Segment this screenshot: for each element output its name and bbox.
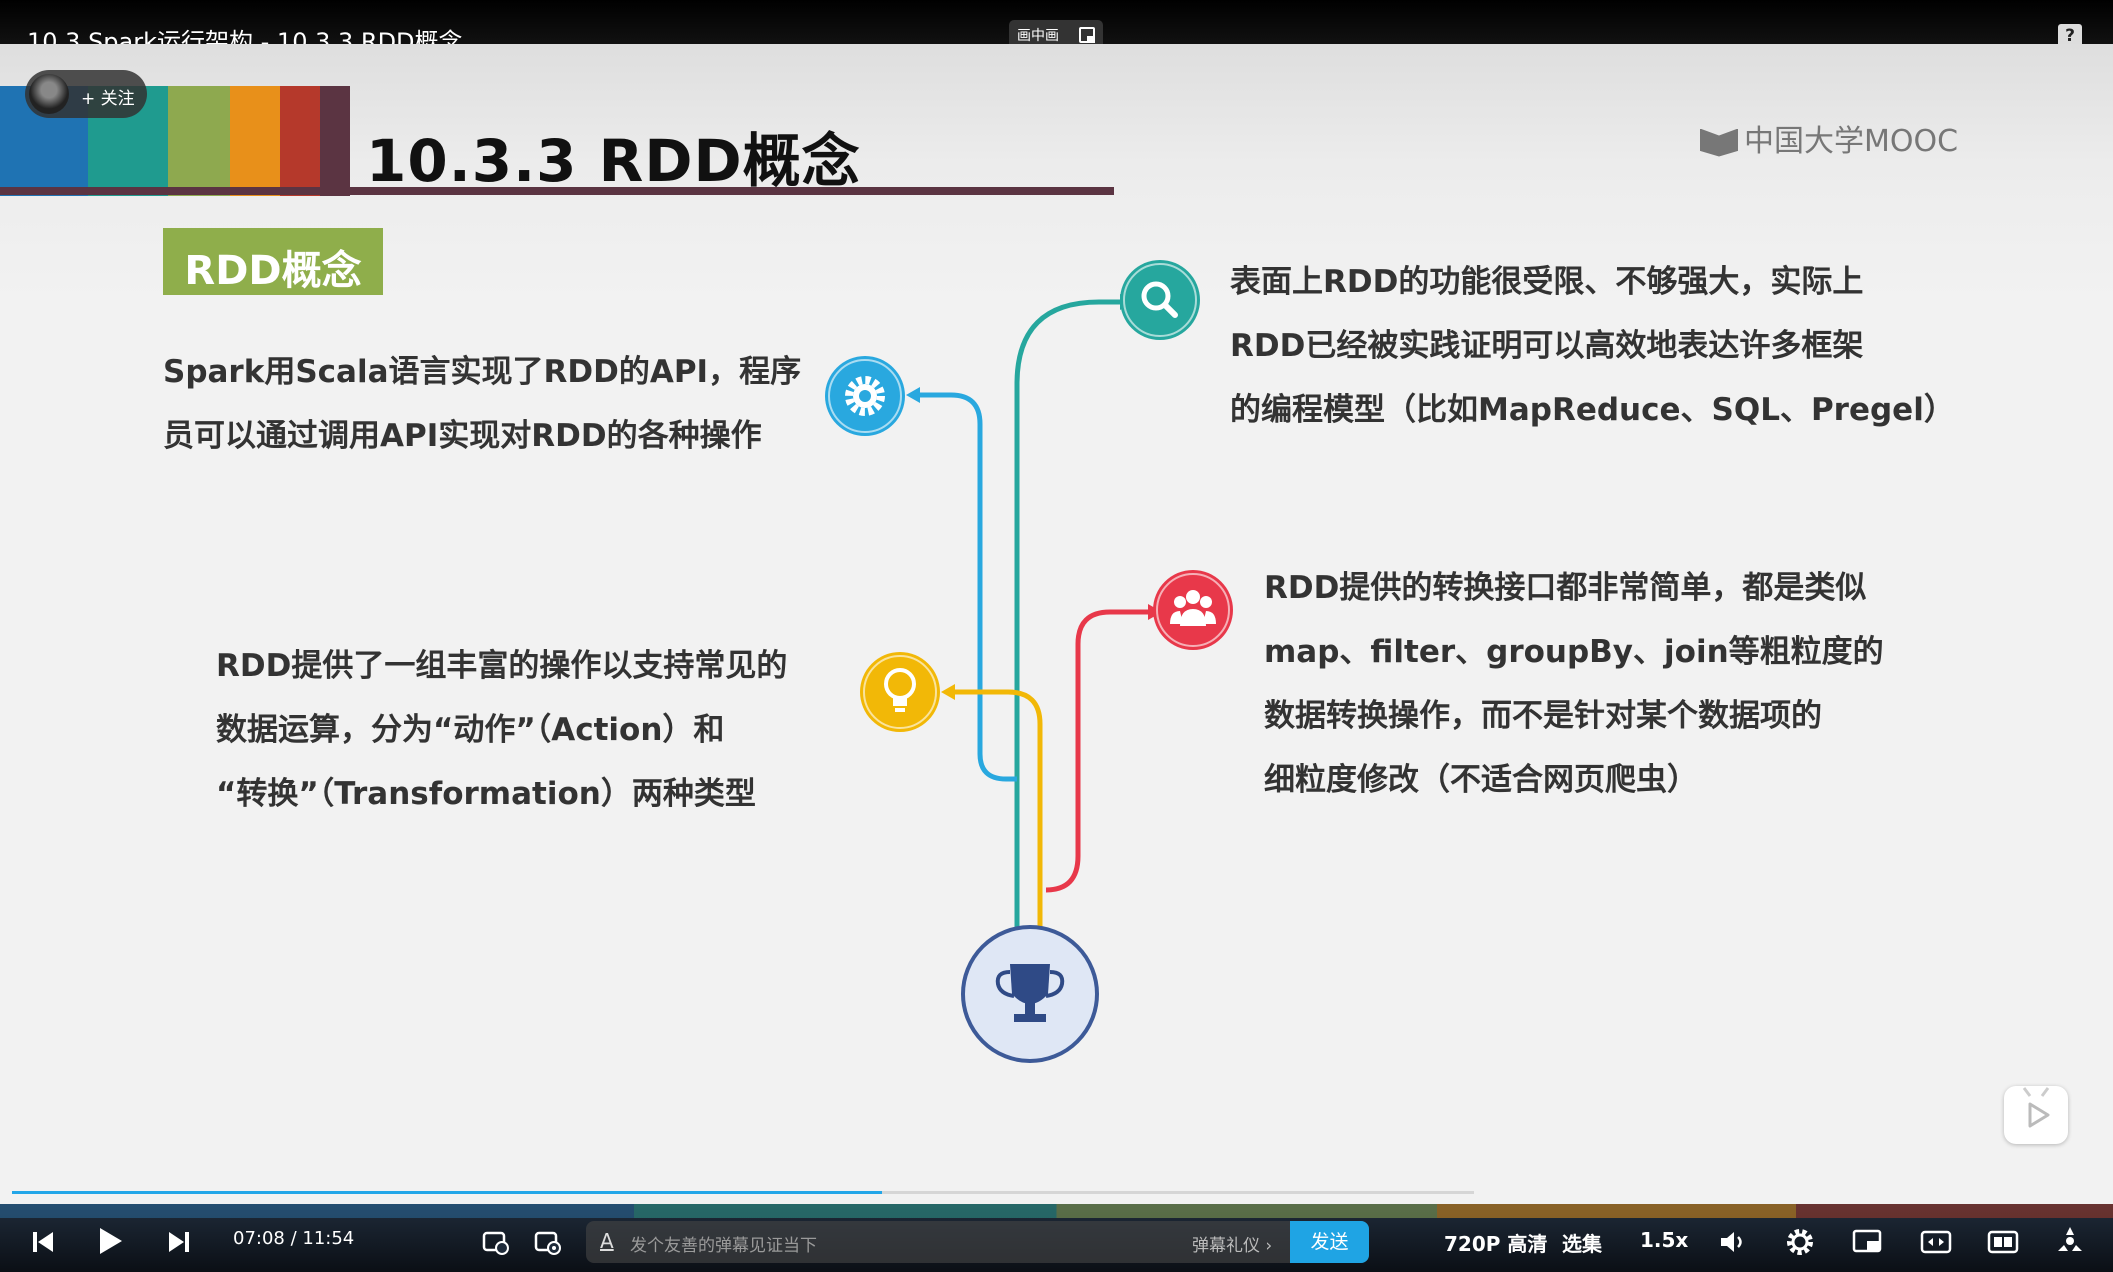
text-line: RDD提供了一组丰富的操作以支持常见的 (216, 648, 788, 684)
progress-track[interactable] (12, 1191, 1474, 1194)
text-line: 的编程模型（比如MapReduce、SQL、Pregel） (1230, 392, 1955, 428)
text-line: Spark用Scala语言实现了RDD的API，程序 (163, 354, 802, 390)
connector-bulb (953, 689, 1043, 929)
text-line: RDD提供的转换接口都非常简单，都是类似 (1264, 570, 1867, 606)
gear-icon (825, 356, 905, 436)
text-line: map、filter、groupBy、join等粗粒度的 (1264, 634, 1884, 670)
web-fullscreen-icon[interactable] (1987, 1227, 2019, 1257)
quality-selector[interactable]: 720P 高清 (1444, 1228, 1547, 1257)
text-line: 表面上RDD的功能很受限、不够强大，实际上 (1230, 264, 1864, 300)
bulb-item-text: RDD提供了一组丰富的操作以支持常见的 数据运算，分为“动作”（Action）和… (216, 634, 787, 826)
follow-button[interactable]: + 关注 (25, 70, 147, 118)
connector-search (1014, 299, 1122, 929)
episodes-button[interactable]: 选集 (1562, 1228, 1602, 1257)
danmaku-settings-icon[interactable] (534, 1228, 562, 1256)
text-line: 细粒度修改（不适合网页爬虫） (1264, 762, 1698, 798)
mini-player-icon[interactable] (1852, 1227, 1884, 1257)
time-display: 07:08 / 11:54 (233, 1228, 355, 1249)
tv-play-icon[interactable] (2004, 1086, 2068, 1144)
play-icon[interactable] (95, 1226, 125, 1256)
danmaku-input-box[interactable]: A 发个友善的弹幕见证当下 弹幕礼仪 › (586, 1221, 1369, 1263)
speed-selector[interactable]: 1.5x (1640, 1228, 1688, 1252)
text-line: 数据运算，分为“动作”（Action）和 (216, 712, 725, 748)
video-player[interactable]: 10.3 Spark运行架构 - 10.3.3 RDD概念 画中画 ? 10.3… (0, 0, 2113, 1272)
gear-item-text: Spark用Scala语言实现了RDD的API，程序 员可以通过调用API实现对… (163, 340, 801, 468)
group-item-text: RDD提供的转换接口都非常简单，都是类似 map、filter、groupBy、… (1264, 556, 1884, 812)
top-bar: 10.3 Spark运行架构 - 10.3.3 RDD概念 画中画 ? (0, 0, 2113, 56)
settings-gear-icon[interactable] (1785, 1227, 1815, 1257)
pip-label: 画中画 (1017, 28, 1059, 44)
search-icon (1120, 260, 1200, 340)
next-icon[interactable] (166, 1229, 192, 1255)
connector-group (1045, 609, 1150, 893)
pip-icon (1079, 27, 1095, 43)
text-line: RDD已经被实践证明可以高效地表达许多框架 (1230, 328, 1864, 364)
connector-gear (918, 392, 1017, 782)
search-item-text: 表面上RDD的功能很受限、不够强大，实际上 RDD已经被实践证明可以高效地表达许… (1230, 250, 1955, 442)
volume-icon[interactable] (1718, 1227, 1748, 1257)
avatar[interactable] (29, 74, 69, 114)
widescreen-icon[interactable] (1920, 1227, 1952, 1257)
slide: 10.3.3 RDD概念 中国大学MOOC RDD概念 Spark用Scala语… (0, 44, 2113, 1204)
danmaku-toggle-icon[interactable] (482, 1228, 510, 1256)
text-line: 数据转换操作，而不是针对某个数据项的 (1264, 698, 1822, 734)
trophy-icon (961, 925, 1099, 1063)
arrow-gear (906, 387, 920, 403)
follow-label: + 关注 (81, 89, 135, 109)
danmaku-etiquette-link[interactable]: 弹幕礼仪 › (1192, 1231, 1272, 1256)
fullscreen-icon[interactable] (2054, 1225, 2086, 1257)
previous-icon[interactable] (30, 1229, 56, 1255)
arrow-bulb (941, 684, 955, 700)
danmaku-input[interactable]: 发个友善的弹幕见证当下 (630, 1231, 817, 1256)
slide-bottom-stripe (0, 1204, 2113, 1218)
send-button[interactable]: 发送 (1290, 1221, 1369, 1263)
lightbulb-icon (860, 652, 940, 732)
text-line: 员可以通过调用API实现对RDD的各种操作 (163, 418, 762, 454)
group-icon (1153, 570, 1233, 650)
progress-fill (12, 1191, 882, 1194)
text-line: “转换”（Transformation）两种类型 (216, 776, 756, 812)
danmaku-style-icon[interactable]: A (600, 1229, 614, 1253)
